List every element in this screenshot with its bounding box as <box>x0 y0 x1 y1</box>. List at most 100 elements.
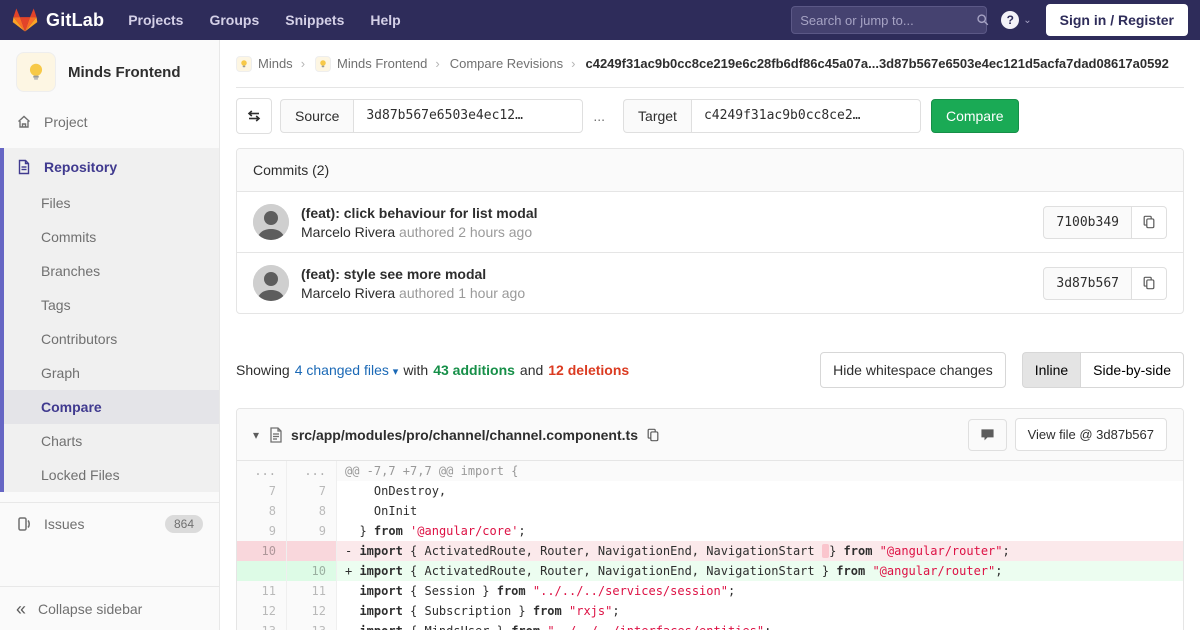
commit-author-avatar[interactable] <box>253 204 289 240</box>
nav-link-projects[interactable]: Projects <box>128 12 183 28</box>
diff-new-line-number[interactable] <box>287 541 337 561</box>
copy-sha-button[interactable] <box>1132 266 1167 300</box>
diff-code-line[interactable]: } from '@angular/core'; <box>337 521 1183 541</box>
commit-title[interactable]: (feat): style see more modal <box>301 266 525 282</box>
chevron-down-icon: ⌄ <box>1023 14 1032 26</box>
diff-old-line-number[interactable]: ... <box>237 461 287 481</box>
diff-new-line-number[interactable]: 13 <box>287 621 337 630</box>
diff-row: ... ... @@ -7,7 +7,7 @@ import { <box>237 461 1183 481</box>
sidebar-subitems: Files Commits Branches Tags Contributors Grap… <box>4 186 219 492</box>
help-menu[interactable]: ? ⌄ <box>1001 11 1032 29</box>
comment-button[interactable] <box>967 418 1007 451</box>
diff-code-line[interactable]: import { Subscription } from "rxjs"; <box>337 601 1183 621</box>
sidebar-item-charts[interactable]: Charts <box>4 424 219 458</box>
diff-old-line-number[interactable]: 11 <box>237 581 287 601</box>
sidebar-item-issues[interactable]: Issues 864 <box>0 502 219 545</box>
sidebar-item-project[interactable]: Project <box>0 102 219 142</box>
diff-new-line-number[interactable]: 8 <box>287 501 337 521</box>
commit-meta: Marcelo Rivera authored 1 hour ago <box>301 285 525 301</box>
sidebar-item-locked-files[interactable]: Locked Files <box>4 458 219 492</box>
swap-arrows-icon <box>246 108 262 124</box>
help-icon: ? <box>1001 11 1020 29</box>
sidebar-item-commits[interactable]: Commits <box>4 220 219 254</box>
sign-in-button[interactable]: Sign in / Register <box>1045 4 1188 36</box>
sidebar-item-contributors[interactable]: Contributors <box>4 322 219 356</box>
diff-code-line[interactable]: OnInit <box>337 501 1183 521</box>
target-ref-field[interactable]: c4249f31ac9b0cc8ce2… <box>690 99 921 133</box>
diff-new-line-number[interactable]: 11 <box>287 581 337 601</box>
summary-mid1: with <box>403 362 429 378</box>
breadcrumb-link-compare-revisions[interactable]: Compare Revisions <box>450 56 563 71</box>
collapse-diff-caret-icon[interactable]: ▾ <box>253 428 259 442</box>
diff-code-line[interactable]: @@ -7,7 +7,7 @@ import { <box>337 461 1183 481</box>
commit-sha[interactable]: 7100b349 <box>1043 205 1132 239</box>
gitlab-logo[interactable]: GitLab <box>12 7 104 33</box>
project-header[interactable]: Minds Frontend <box>0 40 219 102</box>
sidebar-item-repository[interactable]: Repository <box>4 148 219 186</box>
diff-code-line[interactable]: import { Session } from "../../../servic… <box>337 581 1183 601</box>
commits-panel: Commits (2) (feat): click behaviour for … <box>236 148 1184 314</box>
diff-new-line-number[interactable]: 7 <box>287 481 337 501</box>
diff-old-line-number[interactable]: 10 <box>237 541 287 561</box>
top-nav: GitLab Projects Groups Snippets Help ? ⌄ Si… <box>0 0 1200 40</box>
sidebar-section-repository: Repository Files Commits Branches Tags Contr… <box>0 148 219 492</box>
diff-code-line[interactable]: import { MindsUser } from "../../../inte… <box>337 621 1183 630</box>
file-icon <box>269 426 283 443</box>
diff-old-line-number[interactable]: 12 <box>237 601 287 621</box>
swap-revisions-button[interactable] <box>236 98 272 134</box>
sidebar-item-compare[interactable]: Compare <box>4 390 219 424</box>
deletions-count: 12 deletions <box>548 362 630 378</box>
search-input[interactable] <box>800 12 977 28</box>
diff-file-path[interactable]: src/app/modules/pro/channel/channel.comp… <box>291 427 638 443</box>
commit-sha[interactable]: 3d87b567 <box>1043 266 1132 300</box>
commit-sha-group: 7100b349 <box>1043 205 1167 239</box>
hide-whitespace-button[interactable]: Hide whitespace changes <box>820 352 1006 388</box>
diff-new-line-number[interactable]: 10 <box>287 561 337 581</box>
commit-author[interactable]: Marcelo Rivera <box>301 224 395 240</box>
compare-button[interactable]: Compare <box>930 99 1019 133</box>
nav-link-help[interactable]: Help <box>370 12 400 28</box>
inline-view-button[interactable]: Inline <box>1021 352 1081 388</box>
breadcrumb-link-minds[interactable]: Minds <box>258 56 293 71</box>
diff-header-actions: View file @ 3d87b567 <box>967 418 1167 451</box>
search-box[interactable] <box>791 6 989 34</box>
copy-path-icon[interactable] <box>646 428 660 442</box>
diff-new-line-number[interactable]: 9 <box>287 521 337 541</box>
diff-old-line-number[interactable]: 7 <box>237 481 287 501</box>
breadcrumb-current: c4249f31ac9b0cc8ce219e6c28fb6df86c45a07a… <box>585 56 1169 71</box>
commit-when: authored 2 hours ago <box>399 223 533 240</box>
project-avatar-lightbulb-icon <box>16 52 56 92</box>
source-ref-field[interactable]: 3d87b567e6503e4ec12… <box>353 99 584 133</box>
diff-new-line-number[interactable]: ... <box>287 461 337 481</box>
collapse-sidebar-button[interactable]: « Collapse sidebar <box>0 586 219 630</box>
commit-title[interactable]: (feat): click behaviour for list modal <box>301 205 538 221</box>
diff-old-line-number[interactable]: 9 <box>237 521 287 541</box>
diff-row: 11 11 import { Session } from "../../../… <box>237 581 1183 601</box>
diff-code-line[interactable]: - import { ActivatedRoute, Router, Navig… <box>337 541 1183 561</box>
commit-author-avatar[interactable] <box>253 265 289 301</box>
changed-files-dropdown[interactable]: 4 changed files ▾ <box>295 362 399 378</box>
diff-file-panel: ▾ src/app/modules/pro/channel/channel.co… <box>236 408 1184 630</box>
diff-code-line[interactable]: OnDestroy, <box>337 481 1183 501</box>
diff-code-line[interactable]: + import { ActivatedRoute, Router, Navig… <box>337 561 1183 581</box>
main-content: Minds › Minds Frontend › Compare Revisio… <box>220 40 1200 630</box>
sidebar-item-files[interactable]: Files <box>4 186 219 220</box>
summary-mid2: and <box>519 362 544 378</box>
breadcrumb-item: Compare Revisions › <box>450 56 578 71</box>
diff-new-line-number[interactable]: 12 <box>287 601 337 621</box>
side-by-side-view-button[interactable]: Side-by-side <box>1080 352 1184 388</box>
tanuki-icon <box>12 7 38 33</box>
diff-old-line-number[interactable]: 8 <box>237 501 287 521</box>
commits-panel-header: Commits (2) <box>237 149 1183 192</box>
commit-author[interactable]: Marcelo Rivera <box>301 285 395 301</box>
sidebar-item-graph[interactable]: Graph <box>4 356 219 390</box>
nav-link-groups[interactable]: Groups <box>209 12 259 28</box>
nav-link-snippets[interactable]: Snippets <box>285 12 344 28</box>
breadcrumb-link-minds-frontend[interactable]: Minds Frontend <box>337 56 427 71</box>
copy-sha-button[interactable] <box>1132 205 1167 239</box>
view-file-button[interactable]: View file @ 3d87b567 <box>1014 418 1167 451</box>
sidebar-item-tags[interactable]: Tags <box>4 288 219 322</box>
sidebar-item-branches[interactable]: Branches <box>4 254 219 288</box>
diff-old-line-number[interactable] <box>237 561 287 581</box>
diff-old-line-number[interactable]: 13 <box>237 621 287 630</box>
